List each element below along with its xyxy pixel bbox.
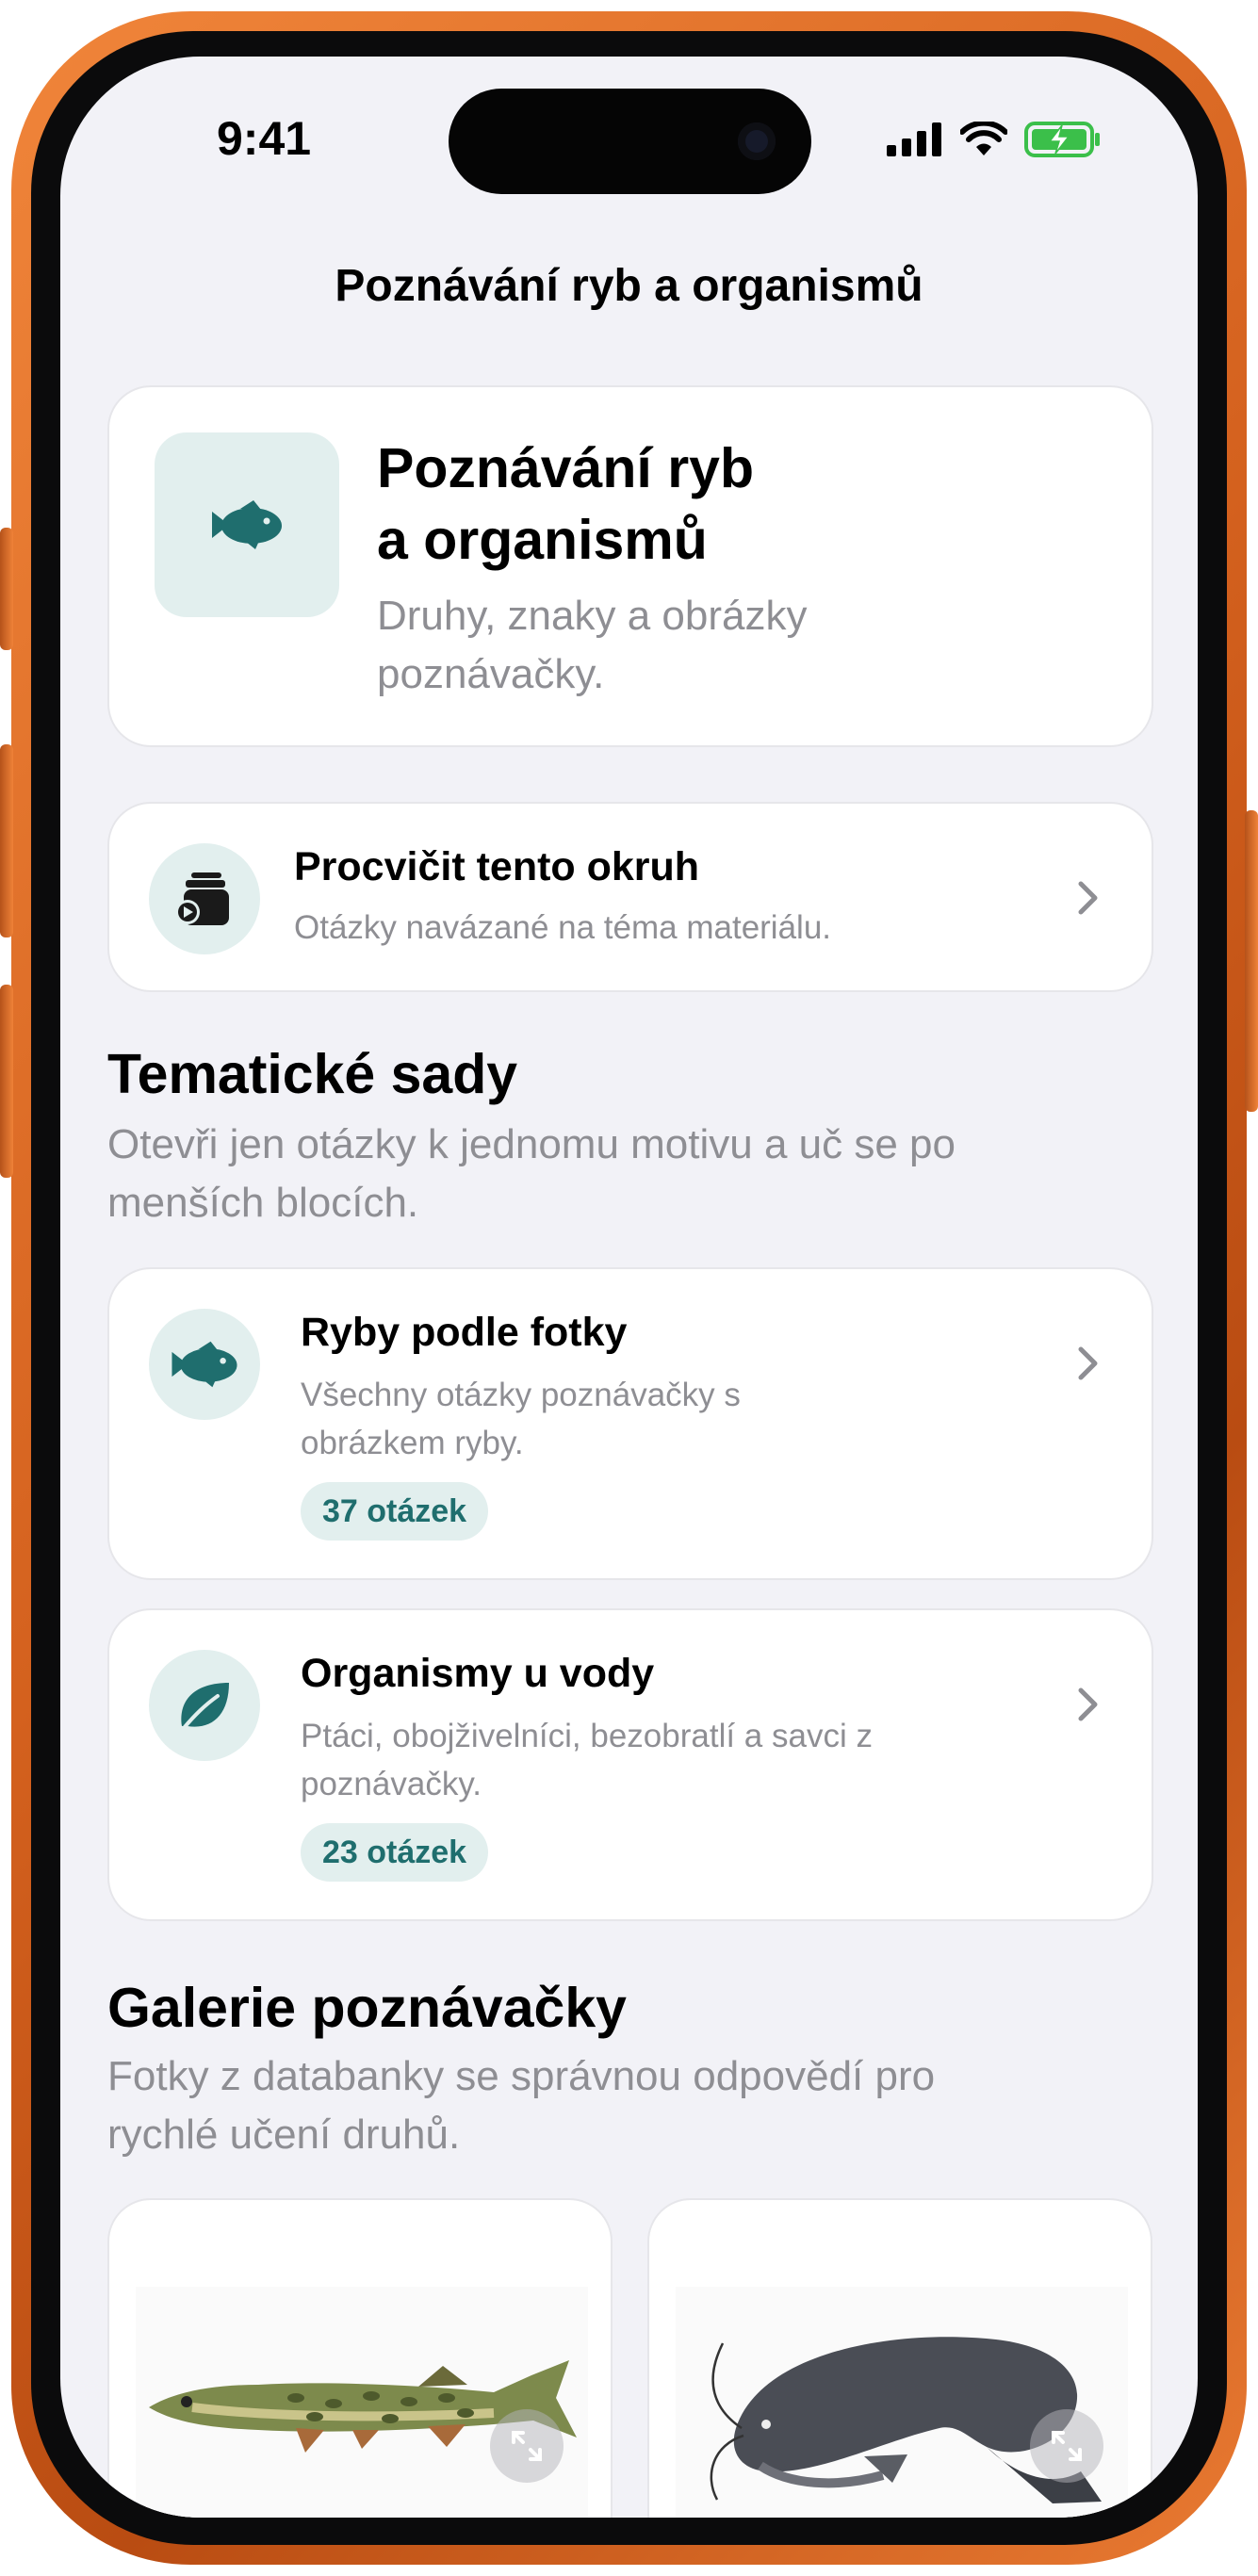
fish-icon-circle xyxy=(149,1309,260,1420)
hero-title-line1: Poznávání ryb xyxy=(377,437,755,499)
dynamic-island xyxy=(449,89,811,194)
subtitle-line2: obrázkem ryby. xyxy=(301,1425,524,1461)
leaf-icon xyxy=(181,1683,229,1730)
chevron-right-icon xyxy=(1078,1346,1098,1380)
gallery-card-catfish[interactable] xyxy=(647,2198,1152,2518)
hero-subtitle-line2: poznávačky. xyxy=(377,651,605,697)
gallery-subtitle-line1: Fotky z databanky se správnou odpovědí p… xyxy=(107,2053,936,2099)
fish-icon xyxy=(172,1341,237,1388)
hero-subtitle-line1: Druhy, znaky a obrázky xyxy=(377,593,808,639)
thematic-item-title: Ryby podle fotky xyxy=(301,1310,628,1355)
gallery-section-title: Galerie poznávačky xyxy=(107,1977,627,2039)
screen: 9:41 Poznávání ryb a organismů Poznávání… xyxy=(60,57,1198,2518)
gallery-card-pike[interactable] xyxy=(107,2198,613,2518)
volume-down-button xyxy=(0,985,13,1178)
catfish-illustration xyxy=(676,2287,1128,2518)
gallery-subtitle-line2: rychlé učení druhů. xyxy=(107,2111,461,2158)
subtitle-line2: poznávačky. xyxy=(301,1766,482,1802)
pike-fish-illustration xyxy=(136,2287,588,2518)
gallery-section-subtitle: Fotky z databanky se správnou odpovědí p… xyxy=(107,2047,1087,2164)
hero-title: Poznávání ryb a organismů xyxy=(377,432,754,576)
thematic-item-fish[interactable]: Ryby podle fotky Všechny otázky poznávač… xyxy=(107,1267,1153,1580)
battery-charging-icon xyxy=(1024,122,1100,157)
front-camera xyxy=(738,122,776,160)
hero-icon-tile xyxy=(155,432,339,617)
hero-card: Poznávání ryb a organismů Druhy, znaky a… xyxy=(107,385,1153,747)
thematic-section-subtitle: Otevři jen otázky k jednomu motivu a uč … xyxy=(107,1116,1087,1232)
practice-card[interactable]: Procvičit tento okruh Otázky navázané na… xyxy=(107,802,1153,992)
thematic-item-subtitle: Všechny otázky poznávačky s obrázkem ryb… xyxy=(301,1371,1017,1467)
thematic-subtitle-line2: menších blocích. xyxy=(107,1180,419,1226)
subtitle-line1: Všechny otázky poznávačky s xyxy=(301,1377,741,1413)
wifi-icon xyxy=(960,122,1007,155)
expand-arrows-icon xyxy=(512,2431,542,2461)
status-time: 9:41 xyxy=(217,112,312,165)
cellular-signal-icon xyxy=(887,122,941,156)
chevron-right-icon xyxy=(1078,1687,1098,1721)
volume-up-button xyxy=(0,744,13,937)
practice-subtitle: Otázky navázané na téma materiálu. xyxy=(294,909,832,946)
practice-icon-circle xyxy=(149,843,260,954)
subtitle-line1: Ptáci, obojživelníci, bezobratlí a savci… xyxy=(301,1718,873,1754)
expand-image-button[interactable] xyxy=(1030,2409,1103,2483)
thematic-item-subtitle: Ptáci, obojživelníci, bezobratlí a savci… xyxy=(301,1712,1036,1808)
thematic-item-organisms[interactable]: Organismy u vody Ptáci, obojživelníci, b… xyxy=(107,1608,1153,1921)
leaf-icon-circle xyxy=(149,1650,260,1761)
practice-title: Procvičit tento okruh xyxy=(294,844,700,889)
expand-arrows-icon xyxy=(1052,2431,1082,2461)
action-button xyxy=(0,528,13,650)
flashcards-play-icon xyxy=(175,872,229,925)
question-count-badge: 23 otázek xyxy=(301,1823,489,1882)
status-icons xyxy=(887,121,1103,158)
chevron-right-icon xyxy=(1078,881,1098,915)
nav-title: Poznávání ryb a organismů xyxy=(335,261,923,311)
power-button xyxy=(1245,810,1258,1112)
fish-icon xyxy=(212,500,282,549)
thematic-item-title: Organismy u vody xyxy=(301,1651,655,1696)
thematic-subtitle-line1: Otevři jen otázky k jednomu motivu a uč … xyxy=(107,1121,956,1167)
question-count-badge: 37 otázek xyxy=(301,1482,489,1541)
thematic-section-title: Tematické sady xyxy=(107,1043,518,1105)
expand-image-button[interactable] xyxy=(490,2409,564,2483)
hero-title-line2: a organismů xyxy=(377,509,708,571)
hero-subtitle: Druhy, znaky a obrázky poznávačky. xyxy=(377,587,905,704)
